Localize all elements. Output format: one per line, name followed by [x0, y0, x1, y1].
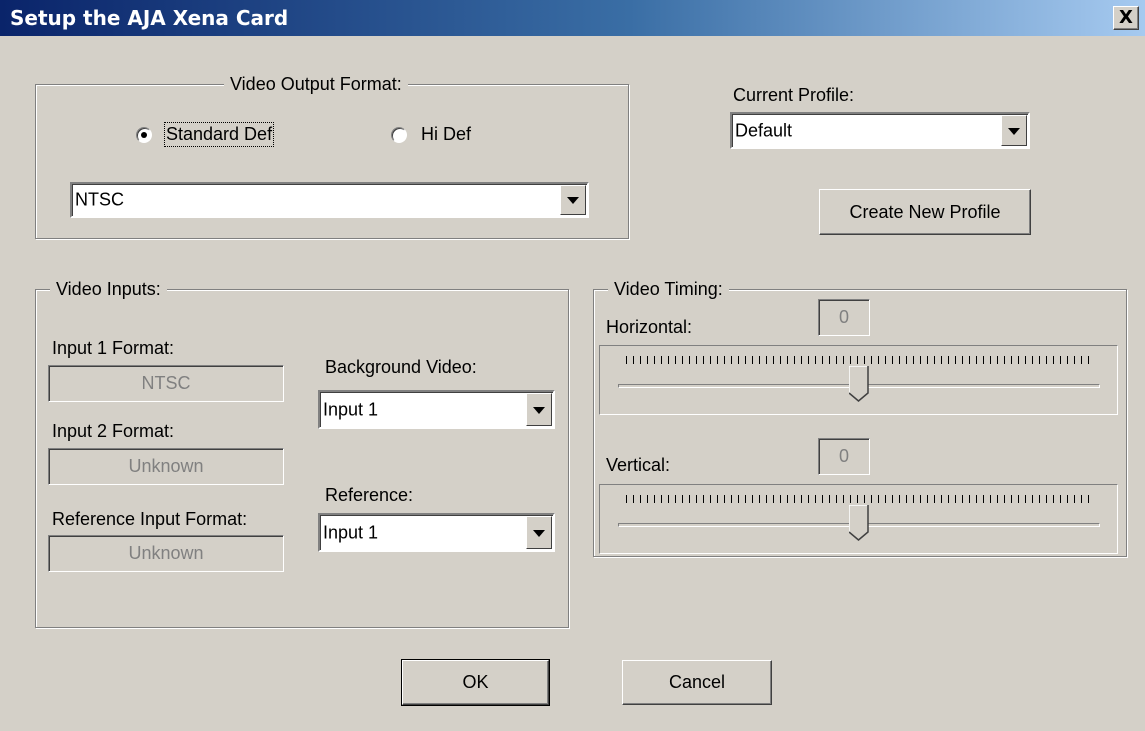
- title-bar: Setup the AJA Xena Card X: [0, 0, 1145, 36]
- hi-def-radio-option[interactable]: Hi Def: [391, 123, 511, 149]
- background-video-value: Input 1: [323, 399, 379, 419]
- window-title: Setup the AJA Xena Card: [10, 6, 289, 30]
- horizontal-slider[interactable]: [599, 345, 1118, 415]
- current-profile-label: Current Profile:: [733, 85, 855, 105]
- video-format-value: NTSC: [75, 189, 124, 210]
- ok-button[interactable]: OK: [401, 659, 550, 706]
- vertical-slider-ticks: [626, 495, 1094, 503]
- hi-def-label[interactable]: Hi Def: [421, 124, 471, 145]
- hi-def-radio[interactable]: [391, 127, 407, 143]
- chevron-down-icon[interactable]: [1001, 115, 1027, 146]
- video-inputs-legend: Video Inputs:: [50, 278, 167, 300]
- reference-label: Reference:: [325, 485, 414, 505]
- video-timing-group: Video Timing: Horizontal: 0 Vertical: 0: [593, 278, 1127, 557]
- close-button[interactable]: X: [1113, 6, 1139, 30]
- vertical-label: Vertical:: [606, 455, 671, 475]
- horizontal-label: Horizontal:: [606, 317, 693, 337]
- radio-selected-dot: [141, 132, 147, 138]
- reference-value: Input 1: [323, 522, 379, 542]
- vertical-slider-thumb[interactable]: [849, 505, 869, 541]
- background-video-label: Background Video:: [325, 357, 477, 377]
- video-inputs-group: Video Inputs: Input 1 Format: NTSC Input…: [35, 278, 569, 628]
- vertical-value-field: 0: [818, 438, 870, 475]
- reference-input-format-field: Unknown: [48, 535, 284, 572]
- horizontal-value-field: 0: [818, 299, 870, 336]
- current-profile-select[interactable]: Default: [730, 112, 1030, 149]
- standard-def-radio-option[interactable]: Standard Def: [136, 122, 306, 149]
- input2-format-label: Input 2 Format:: [52, 421, 175, 441]
- current-profile-value: Default: [735, 120, 793, 140]
- horizontal-slider-thumb[interactable]: [849, 366, 869, 402]
- horizontal-slider-ticks: [626, 356, 1094, 364]
- video-format-select[interactable]: NTSC: [70, 182, 589, 218]
- cancel-button[interactable]: Cancel: [622, 660, 772, 705]
- input1-format-label: Input 1 Format:: [52, 338, 175, 358]
- video-output-format-legend: Video Output Format:: [224, 73, 408, 95]
- chevron-down-icon[interactable]: [526, 516, 552, 549]
- create-new-profile-button[interactable]: Create New Profile: [819, 189, 1031, 235]
- video-output-format-group: Video Output Format: Standard Def Hi Def…: [35, 73, 629, 239]
- chevron-down-icon[interactable]: [560, 185, 586, 215]
- standard-def-radio[interactable]: [136, 127, 152, 143]
- chevron-down-icon[interactable]: [526, 393, 552, 426]
- reference-input-format-label: Reference Input Format:: [52, 509, 248, 529]
- reference-select[interactable]: Input 1: [318, 513, 555, 552]
- vertical-slider[interactable]: [599, 484, 1118, 554]
- input1-format-field: NTSC: [48, 365, 284, 402]
- standard-def-label[interactable]: Standard Def: [163, 122, 275, 147]
- background-video-select[interactable]: Input 1: [318, 390, 555, 429]
- input2-format-field: Unknown: [48, 448, 284, 485]
- video-timing-legend: Video Timing:: [608, 278, 729, 300]
